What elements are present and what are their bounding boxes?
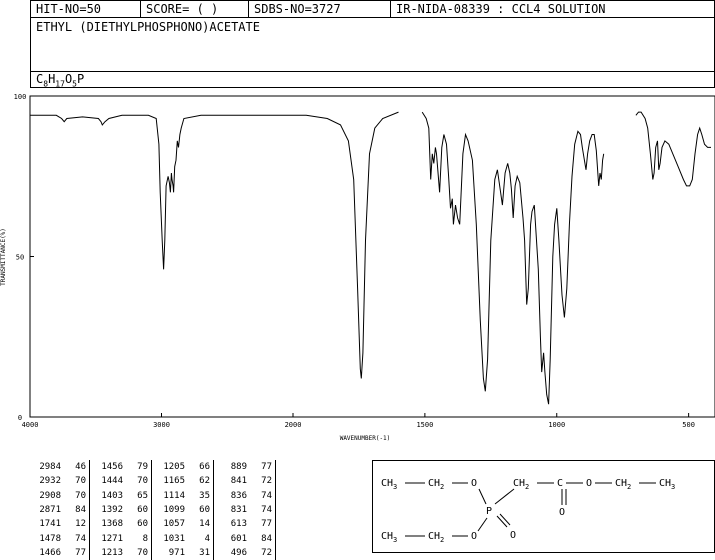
peak-transmittance: 66 — [185, 460, 214, 475]
x-tick-label: 2000 — [285, 421, 302, 429]
peak-wavenumber: 1403 — [101, 490, 123, 501]
methyl-1: CH3 — [381, 478, 397, 491]
peak-row: 1741 12 1368 60 1057 14 613 77 — [28, 517, 276, 532]
y-tick-label: 100 — [14, 93, 27, 101]
peak-transmittance: 65 — [123, 488, 152, 503]
peak-row: 2871 84 1392 60 1099 60 831 74 — [28, 502, 276, 518]
peak-wavenumber: 1114 — [163, 490, 185, 501]
peak-transmittance: 8 — [123, 531, 152, 546]
peak-transmittance: 77 — [247, 460, 276, 475]
x-tick-label: 1000 — [548, 421, 565, 429]
peak-transmittance: 74 — [61, 531, 90, 546]
peak-wavenumber: 1456 — [101, 462, 123, 473]
methyl-2: CH3 — [659, 478, 675, 491]
x-tick-label: 500 — [682, 421, 695, 429]
chemical-structure: CH3 CH2 O CH2 C O O CH2 CH3 P O O CH2 CH… — [381, 478, 675, 544]
y-tick-label: 0 — [18, 414, 22, 422]
peak-transmittance: 79 — [123, 460, 152, 475]
y-tick-label: 50 — [16, 254, 24, 262]
peak-transmittance: 46 — [61, 460, 90, 475]
peak-transmittance: 60 — [185, 502, 214, 518]
peak-wavenumber: 613 — [230, 519, 247, 530]
peak-row: 2932 70 1444 70 1165 62 841 72 — [28, 474, 276, 489]
methylene-1: CH2 — [428, 478, 444, 491]
peak-wavenumber: 1165 — [163, 476, 185, 487]
x-tick-label: 3000 — [153, 421, 170, 429]
peak-row: 2984 46 1456 79 1205 66 889 77 — [28, 460, 276, 475]
peak-transmittance: 74 — [247, 488, 276, 503]
x-tick-label: 4000 — [22, 421, 39, 429]
peak-wavenumber: 831 — [230, 505, 247, 516]
oxygen-2: O — [586, 478, 592, 489]
phosphoryl-oxygen: O — [510, 530, 516, 541]
peak-wavenumber: 1031 — [163, 533, 185, 544]
peak-wavenumber: 2908 — [39, 490, 61, 501]
peak-wavenumber: 1368 — [101, 519, 123, 530]
peak-table: 2984 46 1456 79 1205 66 889 77 2932 70 1444 70 1165 6… — [28, 460, 276, 560]
x-tick-label: 1500 — [416, 421, 433, 429]
phosphorus: P — [486, 506, 492, 517]
plot-frame — [29, 95, 715, 418]
y-axis-label: TRANSMITTANCE(%) — [0, 228, 7, 286]
peak-transmittance: 70 — [61, 474, 90, 489]
peak-wavenumber: 1741 — [39, 519, 61, 530]
peak-wavenumber: 1271 — [101, 533, 123, 544]
peak-transmittance: 74 — [247, 502, 276, 518]
peak-row: 1478 74 1271 8 1031 4 601 84 — [28, 531, 276, 546]
methylene-2: CH2 — [513, 478, 529, 491]
peak-transmittance: 70 — [123, 474, 152, 489]
carbonyl-oxygen: O — [559, 507, 565, 518]
ir-spectrum-chart: 4000 3000 2000 1500 1000 500100500 WAVENUMBER… — [0, 93, 715, 442]
peak-wavenumber: 1478 — [39, 533, 61, 544]
spectrum-segment — [635, 111, 711, 187]
peak-transmittance: 4 — [185, 531, 214, 546]
peak-transmittance: 12 — [61, 517, 90, 532]
peak-wavenumber: 1205 — [163, 462, 185, 473]
peak-wavenumber: 836 — [230, 490, 247, 501]
peak-transmittance: 70 — [61, 488, 90, 503]
spectrum-segment — [30, 111, 399, 379]
peak-transmittance: 84 — [247, 531, 276, 546]
x-axis-label: WAVENUMBER(-1) — [340, 435, 391, 442]
carbonyl-carbon: C — [557, 478, 563, 489]
peak-transmittance: 77 — [247, 517, 276, 532]
peak-wavenumber: 2984 — [39, 462, 61, 473]
peak-wavenumber: 841 — [230, 476, 247, 487]
peak-wavenumber: 1057 — [163, 519, 185, 530]
peak-wavenumber: 889 — [230, 462, 247, 473]
peak-wavenumber: 601 — [230, 533, 247, 544]
peak-transmittance: 14 — [185, 517, 214, 532]
peak-wavenumber: 2871 — [39, 505, 61, 516]
peak-transmittance: 60 — [123, 502, 152, 518]
peak-transmittance: 84 — [61, 502, 90, 518]
peak-transmittance: 35 — [185, 488, 214, 503]
methylene-4: CH2 — [428, 531, 444, 544]
peak-wavenumber: 2932 — [39, 476, 61, 487]
peak-row: 2908 70 1403 65 1114 35 836 74 — [28, 488, 276, 503]
oxygen-3: O — [471, 531, 477, 542]
peak-transmittance: 60 — [123, 517, 152, 532]
peak-transmittance: 62 — [185, 474, 214, 489]
peak-transmittance: 72 — [247, 474, 276, 489]
peak-wavenumber: 1099 — [163, 505, 185, 516]
methyl-3: CH3 — [381, 531, 397, 544]
structure-box: CH3 CH2 O CH2 C O O CH2 CH3 P O O CH2 CH… — [372, 460, 715, 553]
peak-wavenumber: 1392 — [101, 505, 123, 516]
spectrum-segment — [421, 111, 605, 405]
oxygen-1: O — [471, 478, 477, 489]
methylene-3: CH2 — [615, 478, 631, 491]
peak-wavenumber: 1444 — [101, 476, 123, 487]
